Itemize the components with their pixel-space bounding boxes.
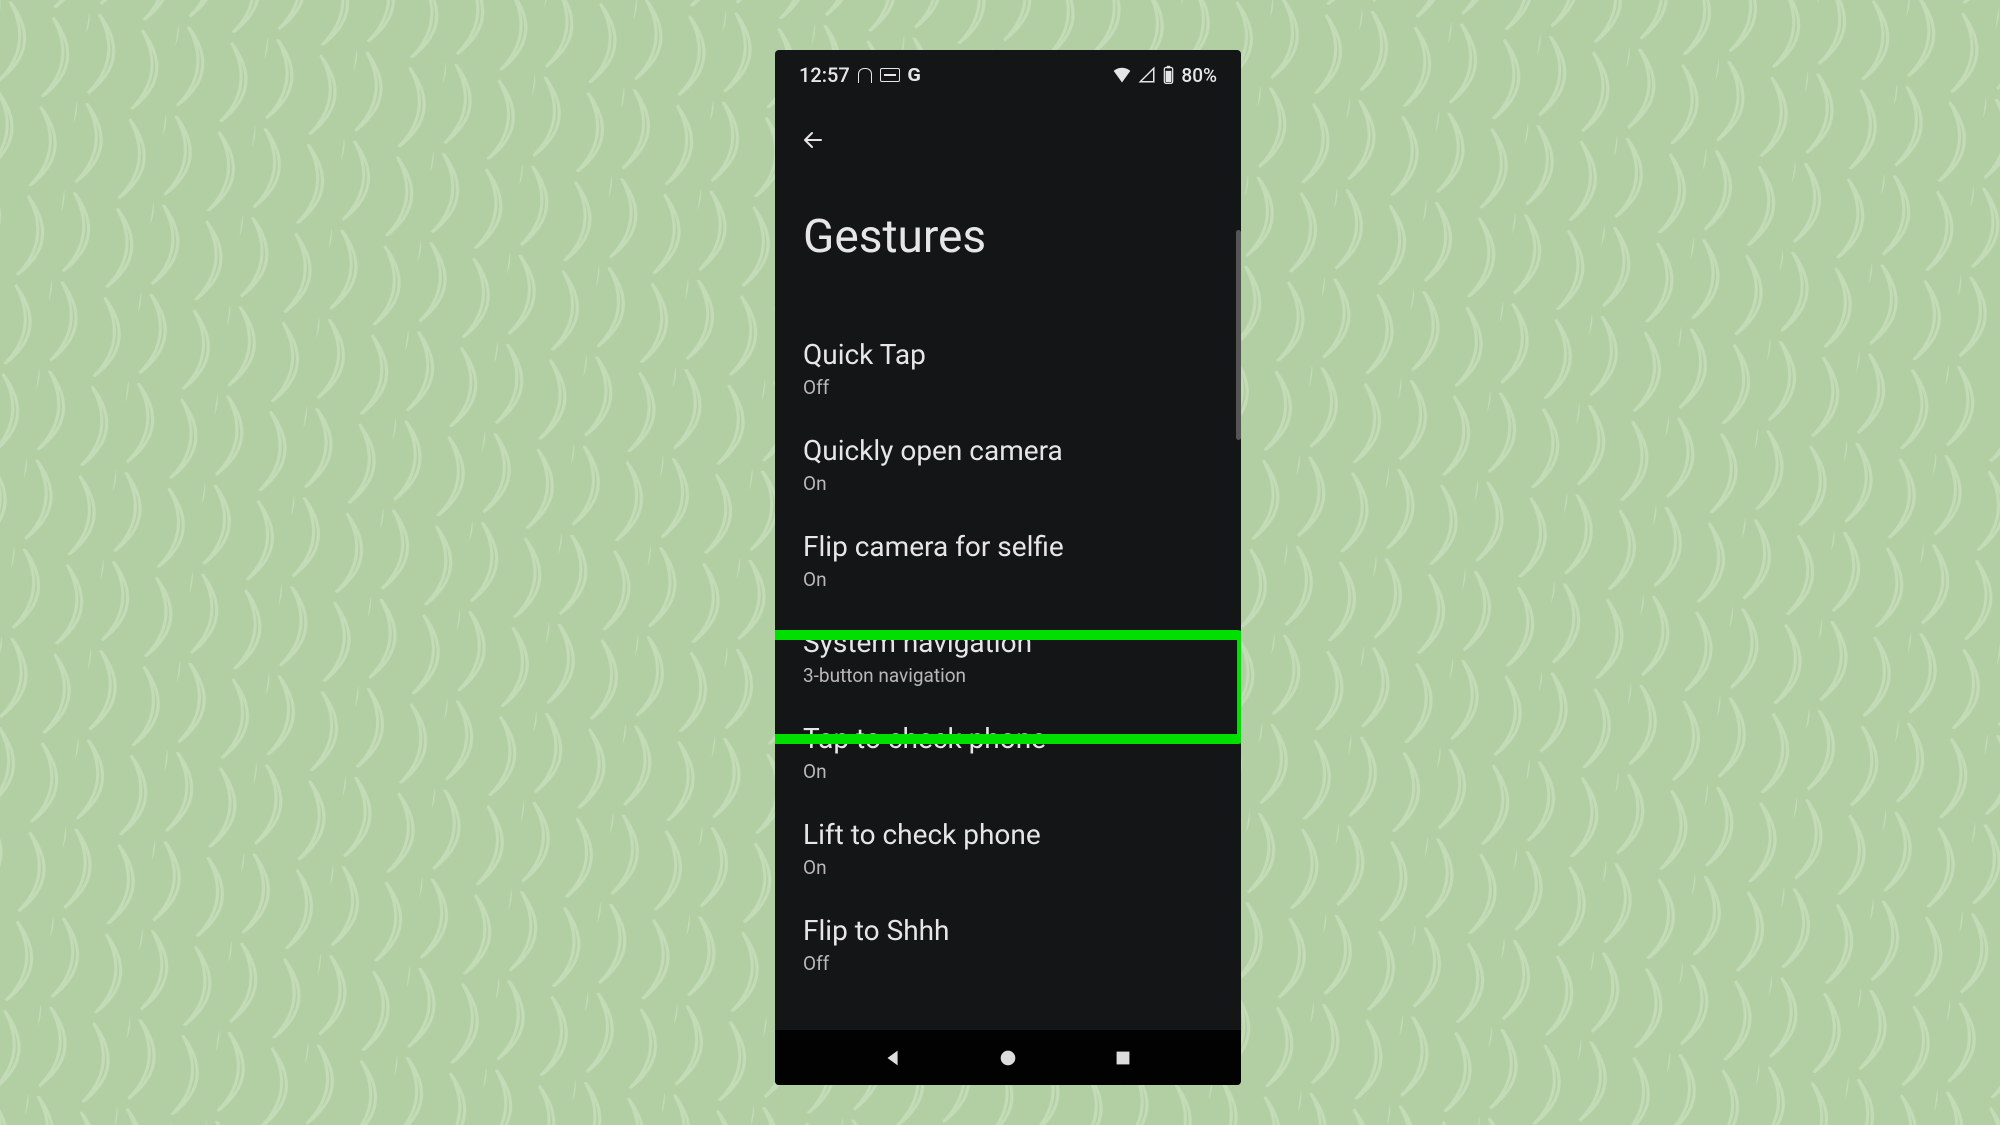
page-title: Gestures [803,210,1213,264]
list-item-title: Lift to check phone [803,817,1213,852]
arrow-left-icon [801,128,825,152]
list-item-subtitle: Off [803,376,1213,399]
list-item-quickly-open-camera[interactable]: Quickly open camera On [775,416,1241,512]
list-item-quick-tap[interactable]: Quick Tap Off [775,320,1241,416]
desktop-background: 12:57 G 80% [0,0,2000,1125]
list-item-tap-to-check[interactable]: Tap to check phone On [775,704,1241,800]
list-item-title: Flip to Shhh [803,913,1213,948]
list-item-title: Flip camera for selfie [803,529,1213,564]
status-time: 12:57 [799,63,850,87]
back-button[interactable] [793,120,833,160]
status-bar: 12:57 G 80% [775,50,1241,100]
list-item-subtitle: On [803,760,1213,783]
nav-home-button[interactable] [993,1043,1023,1073]
app-bar [775,110,1241,170]
list-item-title: Tap to check phone [803,721,1213,756]
list-item-title: Quick Tap [803,337,1213,372]
settings-list: Quick Tap Off Quickly open camera On Fli… [775,320,1241,1030]
list-item-subtitle: On [803,472,1213,495]
list-item-flip-camera-selfie[interactable]: Flip camera for selfie On [775,512,1241,608]
list-item-lift-to-check[interactable]: Lift to check phone On [775,800,1241,896]
phone-screenshot: 12:57 G 80% [775,50,1241,1085]
system-nav-bar [775,1030,1241,1085]
list-item-flip-to-shhh[interactable]: Flip to Shhh Off [775,896,1241,992]
list-item-subtitle: 3-button navigation [803,664,1213,687]
circle-icon [997,1047,1019,1069]
battery-percent: 80% [1181,64,1217,87]
battery-icon [1162,65,1175,85]
nav-back-button[interactable] [878,1043,908,1073]
list-item-title: System navigation [803,625,1213,660]
list-item-subtitle: Off [803,952,1213,975]
touch-indicator-icon [858,68,872,83]
triangle-left-icon [882,1047,904,1069]
list-item-system-navigation[interactable]: System navigation 3-button navigation [775,608,1241,704]
captions-icon [880,68,900,82]
list-item-subtitle: On [803,856,1213,879]
cell-signal-icon [1138,66,1156,84]
list-item-title: Quickly open camera [803,433,1213,468]
google-g-icon: G [907,65,921,86]
wifi-icon [1112,65,1132,85]
nav-overview-button[interactable] [1108,1043,1138,1073]
list-item-subtitle: On [803,568,1213,591]
square-icon [1112,1047,1134,1069]
